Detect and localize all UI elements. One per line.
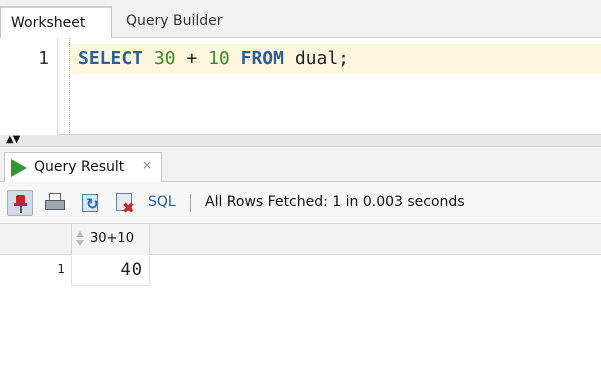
data-cell[interactable]: 40	[72, 256, 150, 286]
print-icon[interactable]	[42, 190, 68, 216]
keyword-select: SELECT	[78, 48, 144, 69]
toolbar-divider	[190, 194, 191, 212]
sql-editor[interactable]: 1 SELECT 30 + 10 FROM dual;	[0, 38, 601, 135]
table-row[interactable]: 1 40	[0, 256, 150, 286]
result-grid: 30+10 1 40	[0, 224, 601, 365]
grid-header-row: 30+10	[0, 224, 601, 255]
code-line[interactable]: SELECT 30 + 10 FROM dual;	[78, 48, 349, 70]
cancel-query-icon[interactable]: ✖	[112, 190, 138, 217]
worksheet-tab-bar: Worksheet Query Builder	[0, 0, 601, 38]
line-number-gutter: 1	[0, 38, 58, 135]
line-number: 1	[38, 48, 49, 69]
fetch-status: All Rows Fetched: 1 in 0.003 seconds	[205, 194, 465, 210]
result-tab-bar: Query Result ×	[0, 148, 601, 182]
number-literal: 10	[208, 48, 230, 69]
number-literal: 30	[153, 48, 176, 69]
pin-icon[interactable]	[7, 190, 33, 216]
row-number-cell[interactable]: 1	[0, 256, 72, 286]
grid-corner	[0, 224, 72, 255]
close-icon[interactable]: ×	[142, 158, 152, 172]
splitter-arrows-icon[interactable]: ▲▼	[6, 134, 20, 145]
cell-value: 40	[120, 260, 143, 280]
result-toolbar: ↻ ✖ SQL All Rows Fetched: 1 in 0.003 sec…	[0, 182, 601, 224]
pane-splitter[interactable]: ▲▼	[0, 134, 601, 147]
tab-worksheet[interactable]: Worksheet	[0, 6, 112, 38]
tab-query-result[interactable]: Query Result ×	[4, 152, 162, 182]
keyword-from: FROM	[240, 48, 284, 69]
row-number: 1	[57, 262, 65, 276]
run-statement-icon	[11, 159, 27, 177]
table-identifier: dual;	[294, 48, 350, 69]
refresh-icon[interactable]: ↻	[78, 190, 104, 216]
sql-button[interactable]: SQL	[148, 194, 176, 210]
sort-icon[interactable]	[76, 231, 84, 247]
operator-plus: +	[186, 48, 198, 69]
column-header-label: 30+10	[90, 231, 134, 246]
query-result-label: Query Result	[34, 159, 125, 175]
tab-query-builder[interactable]: Query Builder	[116, 6, 233, 38]
column-header[interactable]: 30+10	[72, 224, 150, 255]
